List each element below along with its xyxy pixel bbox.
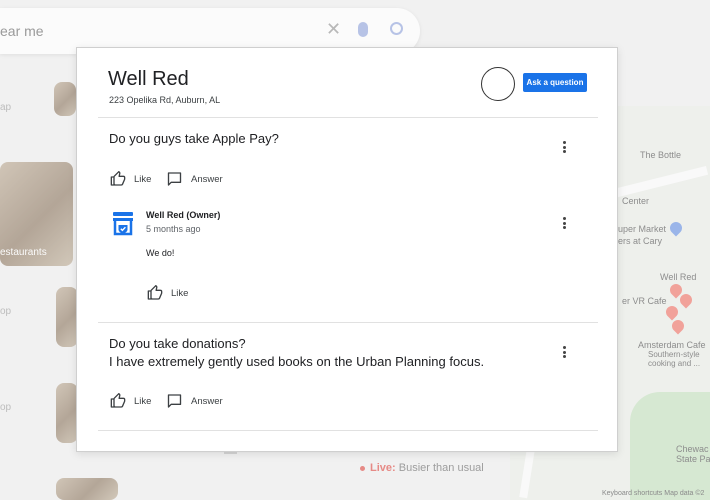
- answer-author: Well Red (Owner): [146, 210, 221, 220]
- thumbs-up-icon: [110, 393, 126, 408]
- thumbs-up-icon: [110, 171, 126, 186]
- live-status-text: Busier than usual: [398, 462, 484, 474]
- background-text-fragment: op: [0, 402, 12, 413]
- answer-button[interactable]: Answer: [166, 393, 223, 409]
- live-dot-icon: [360, 465, 365, 471]
- background-text-fragment: op: [0, 306, 12, 317]
- place-title: Well Red: [108, 68, 189, 90]
- background-thumbnail-caption: estaurants: [0, 247, 47, 258]
- background-thumbnail: [56, 478, 118, 500]
- background-text-fragment: ap: [0, 102, 12, 113]
- ask-question-button[interactable]: Ask a question: [523, 73, 587, 92]
- comment-icon: [167, 394, 182, 408]
- like-label: Like: [134, 395, 152, 407]
- divider: [98, 117, 598, 118]
- map-label: cooking and ...: [648, 359, 701, 368]
- question-text-line-2: I have extremely gently used books on th…: [109, 354, 485, 369]
- divider: [98, 430, 598, 431]
- profile-circle-button[interactable]: [481, 67, 515, 101]
- map-label: Amsterdam Cafe: [638, 340, 706, 350]
- question-text: Do you guys take Apple Pay?: [109, 131, 279, 146]
- more-vert-icon[interactable]: [557, 139, 571, 155]
- like-button[interactable]: Like: [110, 393, 151, 409]
- answer-text: We do!: [146, 248, 175, 258]
- map-label: Chewac: [676, 444, 709, 454]
- comment-icon: [167, 172, 182, 186]
- like-button[interactable]: Like: [110, 171, 151, 187]
- map-label: Southern-style: [648, 350, 700, 359]
- background-thumbnail: [56, 287, 78, 347]
- map-pin-icon: [667, 219, 685, 237]
- answer-label: Answer: [191, 173, 223, 185]
- background-mic-icon: [358, 22, 368, 37]
- place-address: 223 Opelika Rd, Auburn, AL: [109, 95, 221, 105]
- more-vert-icon[interactable]: [557, 215, 571, 231]
- answer-timestamp: 5 months ago: [146, 224, 201, 234]
- divider: [98, 322, 598, 323]
- answer-button[interactable]: Answer: [166, 171, 223, 187]
- map-label: State Park: [676, 454, 710, 464]
- background-live-status: Live: Busier than usual: [360, 462, 484, 474]
- map-pin-icon: [663, 303, 681, 321]
- map-label: ers at Cary: [618, 236, 663, 246]
- map-label: uper Market: [618, 224, 667, 234]
- background-thumbnail: [54, 82, 76, 116]
- qa-dialog: Well Red 223 Opelika Rd, Auburn, AL Ask …: [76, 47, 618, 452]
- map-label: Well Red: [660, 272, 697, 282]
- map-label: Center: [622, 196, 650, 206]
- background-search-icon: [390, 22, 403, 35]
- map-label: er VR Cafe: [622, 296, 667, 306]
- question-text: Do you take donations?: [109, 336, 246, 351]
- answer-label: Answer: [191, 395, 223, 407]
- map-credit: Keyboard shortcuts Map data ©2: [602, 490, 705, 497]
- background-clear-icon: ✕: [326, 19, 342, 39]
- like-label: Like: [134, 173, 152, 185]
- storefront-verified-icon: [110, 210, 136, 236]
- like-button[interactable]: Like: [147, 285, 188, 301]
- live-label: Live:: [370, 462, 396, 474]
- like-label: Like: [171, 287, 189, 299]
- more-vert-icon[interactable]: [557, 344, 571, 360]
- background-thumbnail-restaurants: estaurants: [0, 162, 73, 266]
- thumbs-up-icon: [147, 285, 163, 300]
- background-thumbnail: [56, 383, 78, 443]
- map-label: The Bottle: [640, 150, 682, 160]
- background-search-text: ear me: [0, 23, 44, 39]
